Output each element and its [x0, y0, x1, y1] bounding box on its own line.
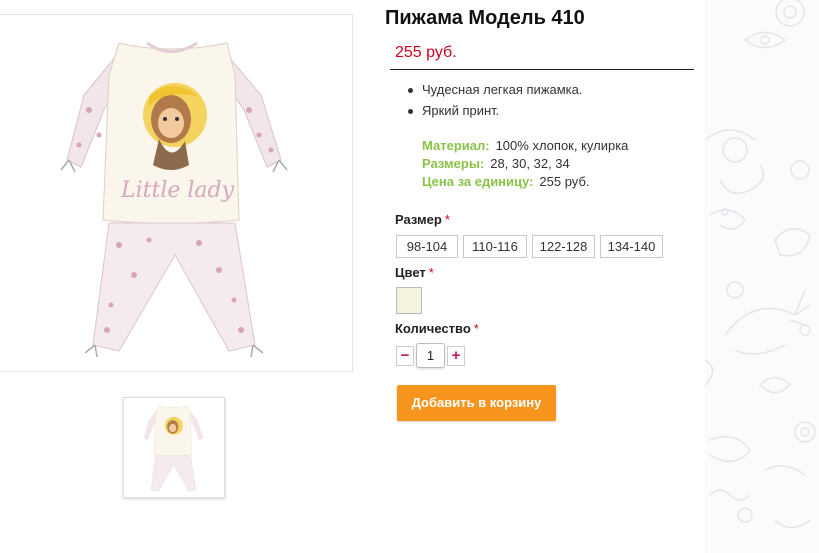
quantity-label: Количество *	[395, 321, 479, 336]
spec-row-unit-price: Цена за единицу: 255 руб.	[422, 173, 628, 191]
svg-text:Little lady: Little lady	[120, 178, 235, 203]
product-title: Пижама Модель 410	[385, 7, 585, 29]
quantity-input[interactable]: 1	[416, 343, 445, 368]
quantity-stepper: − 1 +	[396, 343, 465, 368]
color-label-text: Цвет	[395, 265, 426, 280]
size-option[interactable]: 134-140	[600, 235, 663, 258]
spec-row-sizes: Размеры: 28, 30, 32, 34	[422, 155, 628, 173]
color-label: Цвет *	[395, 265, 434, 280]
size-label-text: Размер	[395, 212, 442, 227]
spec-label: Материал:	[422, 138, 490, 153]
required-mark: *	[428, 265, 434, 280]
required-mark: *	[444, 212, 450, 227]
required-mark: *	[473, 321, 479, 336]
spec-row-material: Материал: 100% хлопок, кулирка	[422, 137, 628, 155]
spec-value: 255 руб.	[539, 174, 590, 189]
product-main-image[interactable]: Little lady	[0, 14, 353, 372]
divider	[390, 69, 694, 70]
spec-label: Размеры:	[422, 156, 485, 171]
size-options: 98-104 110-116 122-128 134-140	[396, 235, 663, 258]
add-to-cart-button[interactable]: Добавить в корзину	[397, 385, 556, 421]
minus-icon[interactable]: −	[396, 345, 414, 366]
product-specs: Материал: 100% хлопок, кулирка Размеры: 28…	[422, 137, 628, 191]
product-thumbnail[interactable]	[123, 397, 225, 498]
feature-item: Яркий принт.	[406, 103, 583, 124]
spec-value: 28, 30, 32, 34	[490, 156, 570, 171]
color-swatch[interactable]	[396, 287, 422, 314]
product-price: 255 руб.	[395, 44, 457, 61]
product-features: Чудесная легкая пижамка. Яркий принт.	[406, 82, 583, 124]
size-option[interactable]: 98-104	[396, 235, 458, 258]
product-photo-pajama: Little lady	[0, 15, 352, 371]
size-label: Размер *	[395, 212, 450, 227]
quantity-label-text: Количество	[395, 321, 471, 336]
size-option[interactable]: 110-116	[463, 235, 527, 258]
plus-icon[interactable]: +	[447, 345, 465, 366]
size-option[interactable]: 122-128	[532, 235, 595, 258]
feature-item: Чудесная легкая пижамка.	[406, 82, 583, 103]
spec-value: 100% хлопок, кулирка	[495, 138, 629, 153]
spec-label: Цена за единицу:	[422, 174, 534, 189]
decorative-doodle-background	[705, 0, 819, 553]
product-thumbnail-pajama	[124, 398, 224, 497]
